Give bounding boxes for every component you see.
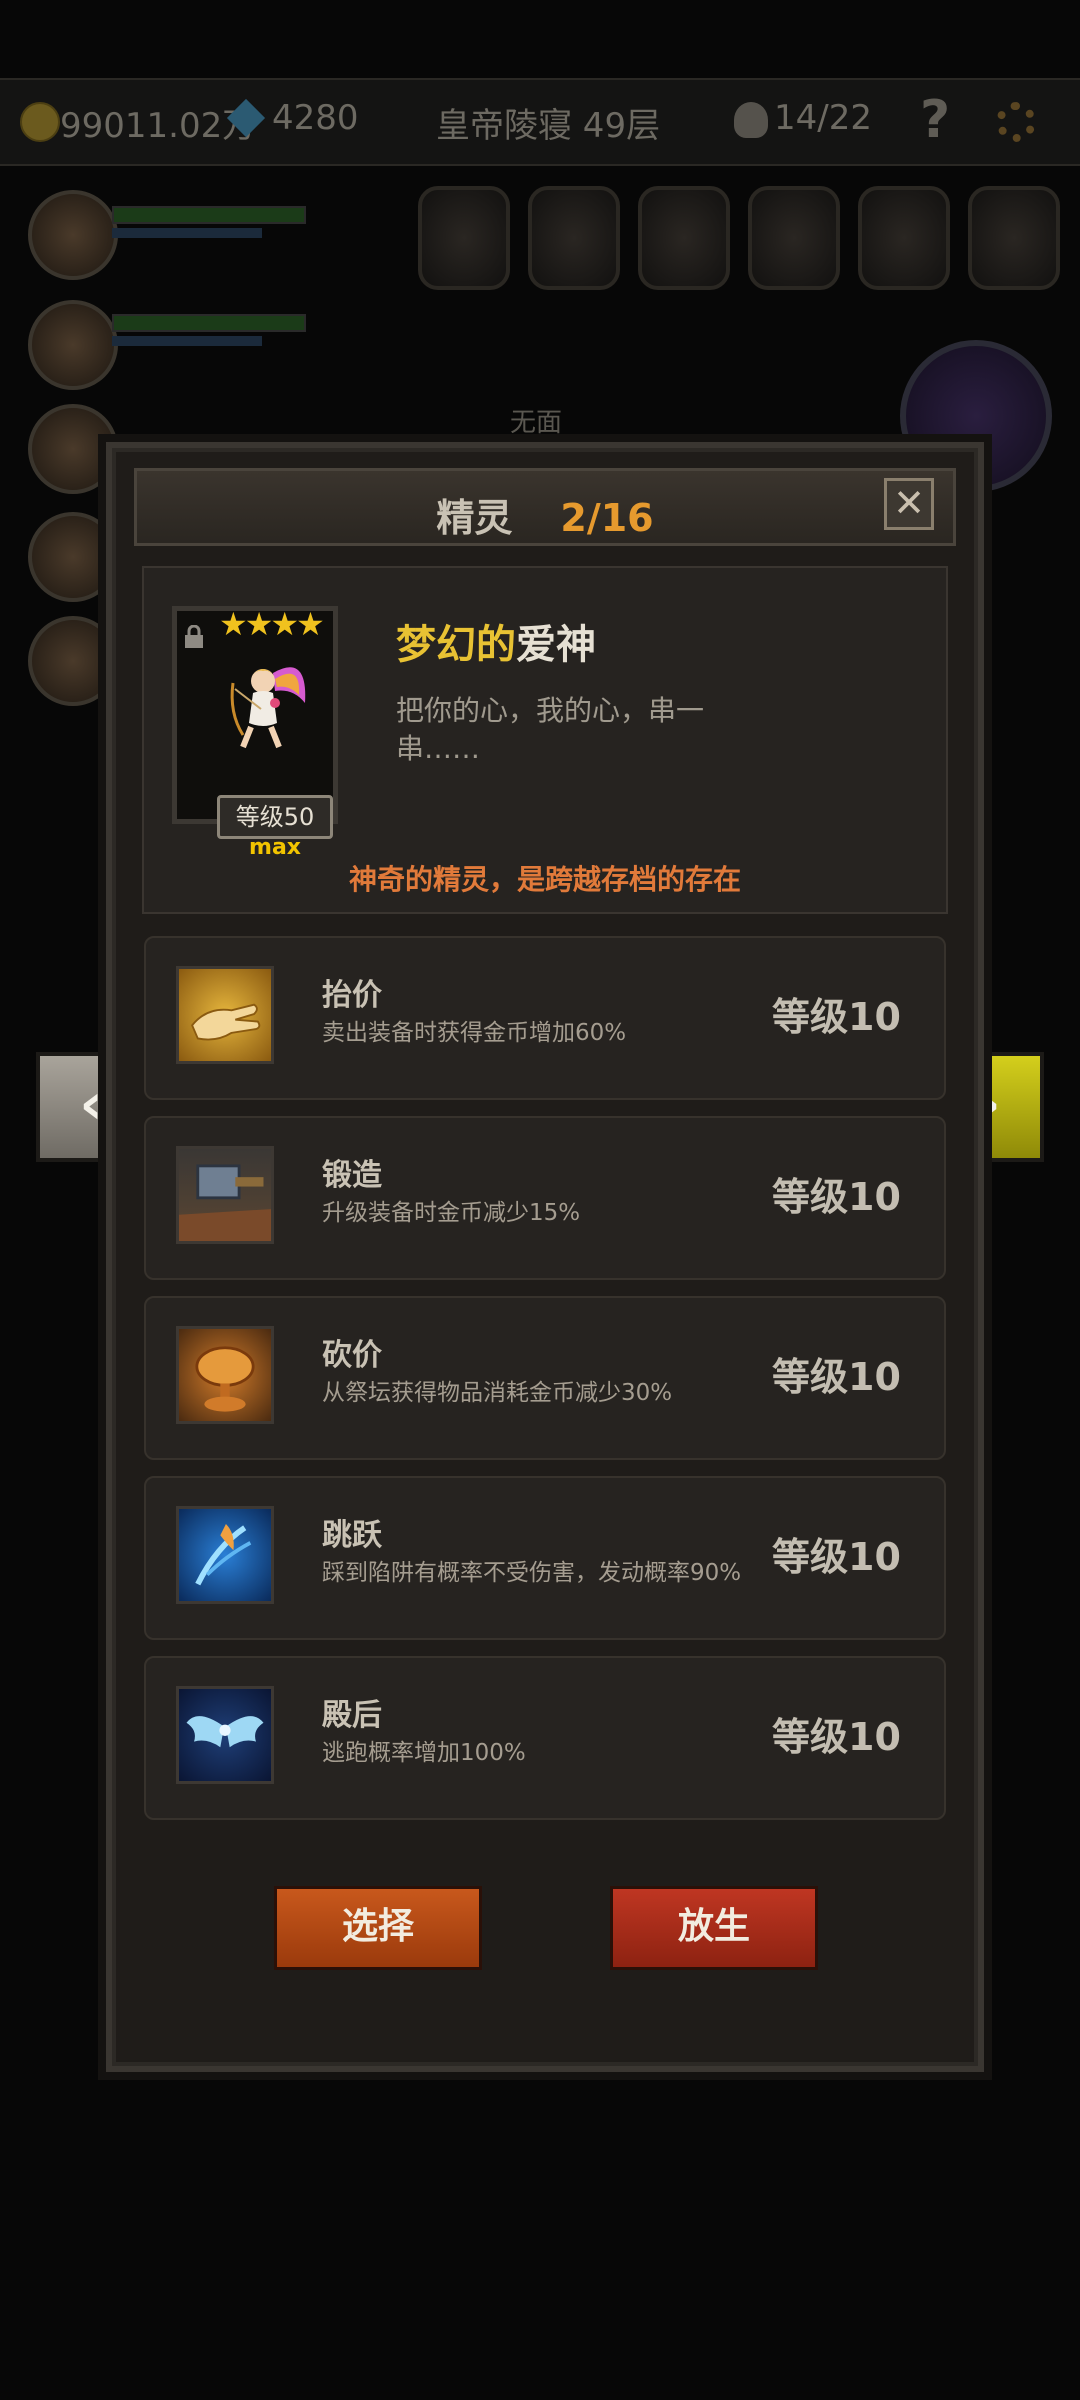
star-rating: ★★★★ — [219, 605, 325, 643]
wings-icon — [176, 1686, 274, 1784]
hero-portrait[interactable] — [28, 190, 118, 280]
skill-description: 从祭坛获得物品消耗金币减少30% — [322, 1380, 673, 1406]
skill-row: 跳跃 踩到陷阱有概率不受伤害，发动概率90% 等级10 — [144, 1476, 946, 1640]
item-slot-scroll[interactable] — [858, 186, 950, 290]
sprite-level-badge: 等级50 — [217, 795, 333, 839]
dialog-title-text: 精灵 — [436, 496, 513, 540]
skill-level: 等级10 — [772, 995, 901, 1039]
item-slot-potion[interactable] — [528, 186, 620, 290]
cupid-sprite-image — [230, 667, 306, 749]
hero-mana-bar — [112, 228, 262, 238]
max-level-label: max — [249, 835, 301, 860]
skill-level: 等级10 — [772, 1535, 901, 1579]
skill-description: 踩到陷阱有概率不受伤害，发动概率90% — [322, 1560, 742, 1586]
sprite-count: 2/16 — [560, 496, 654, 540]
item-slot-bell[interactable] — [418, 186, 510, 290]
coin-stack-icon — [176, 1326, 274, 1424]
skill-description: 升级装备时金币减少15% — [322, 1200, 581, 1226]
top-status-bar: 99011.02万 4280 皇帝陵寝 49层 14/22 ? — [0, 78, 1080, 166]
hero-health-bar — [112, 206, 306, 224]
gold-coin-icon — [20, 102, 60, 142]
gem-amount: 4280 — [272, 98, 359, 138]
hand-icon — [176, 966, 274, 1064]
skill-row: 抬价 卖出装备时获得金币增加60% 等级10 — [144, 936, 946, 1100]
dungeon-location: 皇帝陵寝 49层 — [436, 106, 661, 146]
sprite-name-main: 爱神 — [516, 622, 596, 668]
skill-row: 殿后 逃跑概率增加100% 等级10 — [144, 1656, 946, 1820]
sprite-description: 把你的心，我的心，串一串…… — [396, 694, 705, 765]
hero-health-bar — [112, 314, 306, 332]
dialog-header: 精灵 2/16 — [134, 468, 956, 546]
skill-name: 锻造 — [322, 1158, 382, 1193]
skill-name: 砍价 — [322, 1338, 382, 1373]
hero-portrait[interactable] — [28, 512, 118, 602]
background-label: 无面 — [510, 408, 563, 438]
item-slot-horse[interactable] — [638, 186, 730, 290]
hero-portrait[interactable] — [28, 616, 118, 706]
sprite-portrait: ★★★★ 等级50 max — [172, 605, 338, 860]
skill-level: 等级10 — [772, 1355, 901, 1399]
skill-level: 等级10 — [772, 1715, 901, 1759]
jump-icon — [176, 1506, 274, 1604]
sprite-info-card: ★★★★ 等级50 max 梦幻的爱神 把你的心，我的心，串一串…… 神奇的精灵… — [142, 566, 948, 914]
skill-description: 卖出装备时获得金币增加60% — [322, 1020, 627, 1046]
item-slot-key[interactable] — [968, 186, 1060, 290]
gold-amount: 99011.02万 — [60, 106, 257, 146]
sprite-note: 神奇的精灵，是跨越存档的存在 — [348, 863, 741, 896]
close-button[interactable]: ✕ — [884, 478, 934, 530]
item-slot-bag[interactable] — [748, 186, 840, 290]
skull-icon — [734, 102, 768, 138]
skill-description: 逃跑概率增加100% — [322, 1740, 526, 1766]
hero-mana-bar — [112, 336, 262, 346]
sprite-name: 梦幻的爱神 — [396, 612, 596, 670]
skill-name: 跳跃 — [322, 1518, 382, 1553]
skill-name: 殿后 — [322, 1698, 382, 1733]
sprite-dialog: 精灵 2/16 ✕ ★★★★ 等级50 max 梦幻的爱神 把你的心，我的心，串… — [106, 442, 984, 2072]
lock-icon — [185, 625, 203, 648]
sprite-name-prefix: 梦幻的 — [396, 622, 516, 668]
settings-gear-icon[interactable] — [996, 102, 1036, 142]
help-button[interactable]: ? — [920, 90, 950, 150]
hero-portrait[interactable] — [28, 300, 118, 390]
skill-row: 砍价 从祭坛获得物品消耗金币减少30% 等级10 — [144, 1296, 946, 1460]
select-button[interactable]: 选择 — [274, 1886, 482, 1970]
skill-level: 等级10 — [772, 1175, 901, 1219]
skill-name: 抬价 — [322, 978, 382, 1013]
hero-portrait[interactable] — [28, 404, 118, 494]
hammer-icon — [176, 1146, 274, 1244]
dialog-title: 精灵 2/16 — [137, 487, 953, 542]
release-button[interactable]: 放生 — [610, 1886, 818, 1970]
skill-row: 锻造 升级装备时金币减少15% 等级10 — [144, 1116, 946, 1280]
kill-counter: 14/22 — [774, 98, 872, 138]
